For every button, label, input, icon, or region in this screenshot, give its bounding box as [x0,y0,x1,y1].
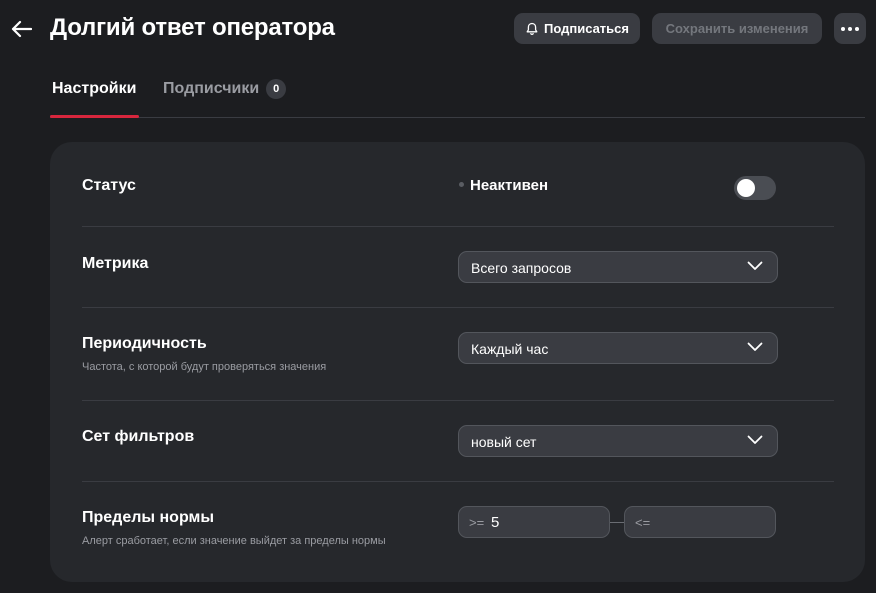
chevron-down-icon [747,261,763,270]
bell-icon [526,22,538,35]
toggle-knob [737,179,755,197]
status-label: Статус [82,177,136,194]
limits-label: Пределы нормы [82,509,214,526]
metric-row: Метрика Всего запросов [82,227,834,308]
filter-set-row: Сет фильтров новый сет [82,401,834,482]
tab-settings[interactable]: Настройки [49,80,140,118]
periodicity-select-value: Каждый час [471,341,549,357]
periodicity-label: Периодичность [82,335,207,352]
more-dots-icon [841,26,859,31]
subscribe-label: Подписаться [543,21,629,36]
page-title: Долгий ответ оператора [50,14,335,41]
more-options-button[interactable] [834,13,866,44]
filter-set-select-value: новый сет [471,434,537,450]
status-toggle[interactable] [734,176,776,200]
tab-bar: Настройки Подписчики 0 [49,70,865,118]
status-row: Статус Неактивен [82,142,834,227]
metric-label: Метрика [82,255,149,272]
settings-card: Статус Неактивен Метрика Всего запросов … [50,142,865,582]
metric-select-value: Всего запросов [471,260,572,276]
save-changes-button[interactable]: Сохранить изменения [652,13,822,44]
limits-hint: Алерт сработает, если значение выйдет за… [82,535,386,547]
back-button[interactable] [8,16,34,42]
max-limit-prefix: <= [635,515,651,530]
arrow-left-icon [11,20,32,38]
limits-row: Пределы нормы Алерт сработает, если знач… [82,482,834,582]
filter-set-label: Сет фильтров [82,428,195,445]
subscribe-button[interactable]: Подписаться [514,13,640,44]
max-limit-input[interactable]: <= [624,506,776,538]
min-limit-input[interactable]: >= 5 [458,506,610,538]
periodicity-row: Периодичность Частота, с которой будут п… [82,308,834,401]
save-label: Сохранить изменения [665,21,809,36]
chevron-down-icon [747,435,763,444]
page-header: Долгий ответ оператора Подписаться Сохра… [0,0,876,58]
metric-select[interactable]: Всего запросов [458,251,778,283]
status-dot-icon [459,182,464,187]
range-separator [610,522,624,523]
tab-settings-label: Настройки [52,80,137,97]
status-value: Неактивен [470,177,549,194]
chevron-down-icon [747,342,763,351]
filter-set-select[interactable]: новый сет [458,425,778,457]
subscribers-count-badge: 0 [266,79,287,99]
min-limit-prefix: >= [469,515,485,530]
min-limit-value: 5 [491,514,500,531]
tab-subscribers-label: Подписчики [163,80,260,97]
periodicity-select[interactable]: Каждый час [458,332,778,364]
tab-subscribers[interactable]: Подписчики 0 [163,79,287,118]
periodicity-hint: Частота, с которой будут проверяться зна… [82,361,327,373]
